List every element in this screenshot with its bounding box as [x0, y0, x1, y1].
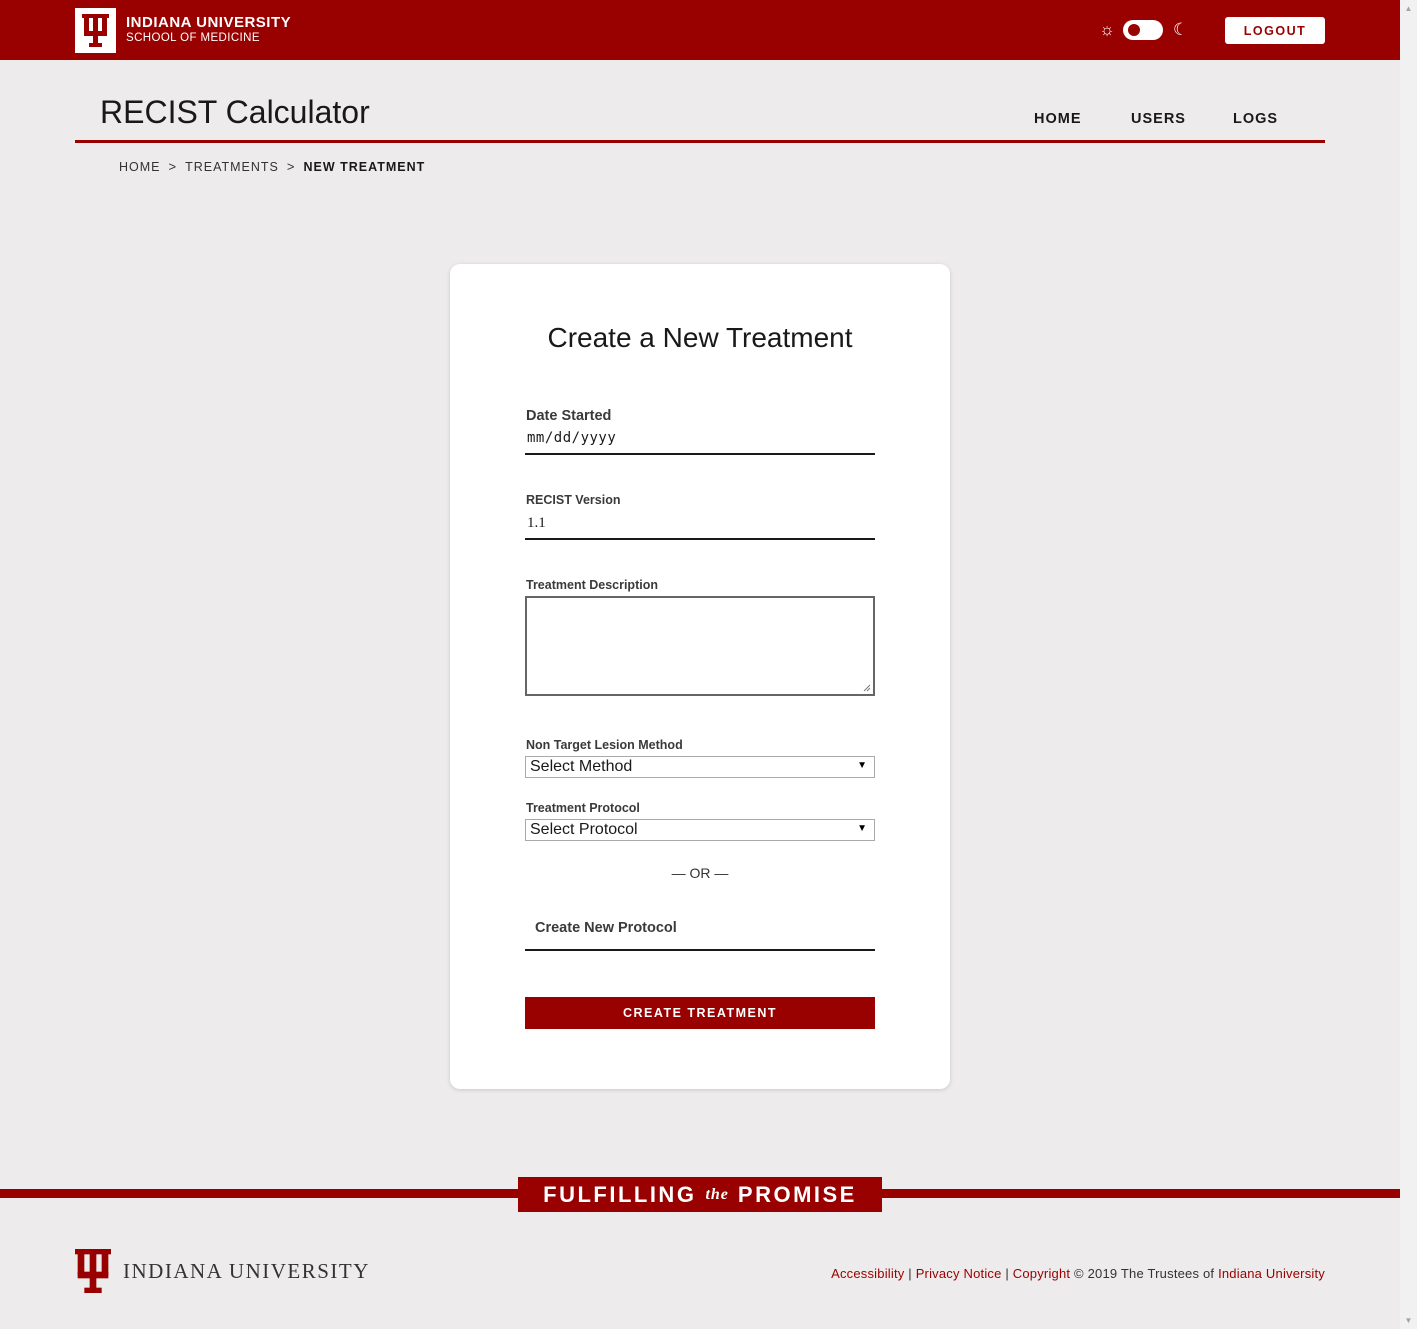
- logout-button[interactable]: LOGOUT: [1225, 17, 1325, 44]
- date-started-input[interactable]: mm/dd/yyyy: [525, 428, 875, 455]
- footer-divider: |: [1005, 1266, 1009, 1281]
- copyright-link[interactable]: Copyright: [1013, 1266, 1070, 1281]
- date-started-label: Date Started: [526, 408, 612, 424]
- iu-trident-logo[interactable]: [75, 8, 116, 53]
- fulfilling-the-promise-banner: FULFILLING the PROMISE: [518, 1177, 882, 1212]
- scroll-up-icon[interactable]: ▲: [1400, 0, 1417, 17]
- site-title: RECIST Calculator: [100, 94, 370, 130]
- new-protocol-input[interactable]: Create New Protocol: [525, 916, 875, 951]
- page-scrollbar[interactable]: ▲ ▼: [1400, 0, 1417, 1329]
- dark-mode-switch[interactable]: [1123, 20, 1163, 40]
- indiana-university-link[interactable]: Indiana University: [1218, 1266, 1325, 1281]
- sun-icon: ☼: [1099, 20, 1115, 39]
- footer-links: Accessibility | Privacy Notice | Copyrig…: [831, 1266, 1325, 1281]
- recist-version-label: RECIST Version: [526, 493, 621, 507]
- scroll-down-icon[interactable]: ▼: [1400, 1312, 1417, 1329]
- brand-wordmark[interactable]: INDIANA UNIVERSITY SCHOOL OF MEDICINE: [126, 14, 291, 45]
- dropdown-arrow-icon: ▼: [857, 823, 867, 834]
- nav-logs[interactable]: LOGS: [1233, 111, 1278, 127]
- footer-logo-text: INDIANA UNIVERSITY: [123, 1258, 370, 1283]
- new-treatment-card: Create a New Treatment Date Started mm/d…: [450, 264, 950, 1089]
- trident-icon: [82, 14, 109, 47]
- nav-users[interactable]: USERS: [1131, 111, 1186, 127]
- breadcrumb-separator: >: [286, 159, 296, 174]
- breadcrumb-separator: >: [168, 159, 178, 174]
- create-treatment-button[interactable]: CREATE TREATMENT: [525, 997, 875, 1029]
- non-target-lesion-method-select[interactable]: Select Method ▼: [525, 756, 875, 778]
- treatment-description-label: Treatment Description: [526, 578, 658, 592]
- moon-icon: ☾: [1173, 20, 1189, 39]
- brand-school: SCHOOL OF MEDICINE: [126, 32, 260, 44]
- treatment-description-textarea[interactable]: [525, 596, 875, 696]
- accessibility-link[interactable]: Accessibility: [831, 1266, 904, 1281]
- copyright-text: © 2019 The Trustees of: [1074, 1266, 1215, 1281]
- breadcrumb-current: NEW TREATMENT: [303, 159, 426, 174]
- privacy-notice-link[interactable]: Privacy Notice: [916, 1266, 1002, 1281]
- treatment-protocol-label: Treatment Protocol: [526, 801, 640, 815]
- promise-word-1: FULFILLING: [543, 1181, 697, 1207]
- promise-word-the: the: [705, 1185, 729, 1203]
- theme-toggle: ☼ ☾: [1097, 19, 1192, 41]
- treatment-protocol-select[interactable]: Select Protocol ▼: [525, 819, 875, 841]
- breadcrumb: HOME > TREATMENTS > NEW TREATMENT: [119, 159, 425, 174]
- resize-grip-icon[interactable]: [863, 684, 871, 692]
- nav-home[interactable]: HOME: [1034, 111, 1082, 127]
- top-header: INDIANA UNIVERSITY SCHOOL OF MEDICINE ☼ …: [0, 0, 1400, 60]
- title-divider: [75, 140, 1325, 143]
- dropdown-arrow-icon: ▼: [857, 760, 867, 771]
- footer-iu-logo[interactable]: INDIANA UNIVERSITY: [75, 1248, 370, 1294]
- footer-divider: |: [908, 1266, 912, 1281]
- protocol-selected-value: Select Protocol: [530, 821, 638, 838]
- brand-name: INDIANA UNIVERSITY: [126, 14, 292, 31]
- breadcrumb-home[interactable]: HOME: [119, 160, 161, 174]
- or-divider: — OR —: [671, 865, 729, 881]
- recist-version-input[interactable]: 1.1: [525, 513, 875, 540]
- form-title: Create a New Treatment: [547, 322, 853, 353]
- non-target-selected-value: Select Method: [530, 758, 633, 775]
- trident-icon: [75, 1249, 111, 1293]
- switch-knob: [1128, 24, 1140, 36]
- non-target-lesion-method-label: Non Target Lesion Method: [526, 738, 683, 752]
- breadcrumb-treatments[interactable]: TREATMENTS: [185, 160, 279, 174]
- promise-word-2: PROMISE: [737, 1181, 857, 1207]
